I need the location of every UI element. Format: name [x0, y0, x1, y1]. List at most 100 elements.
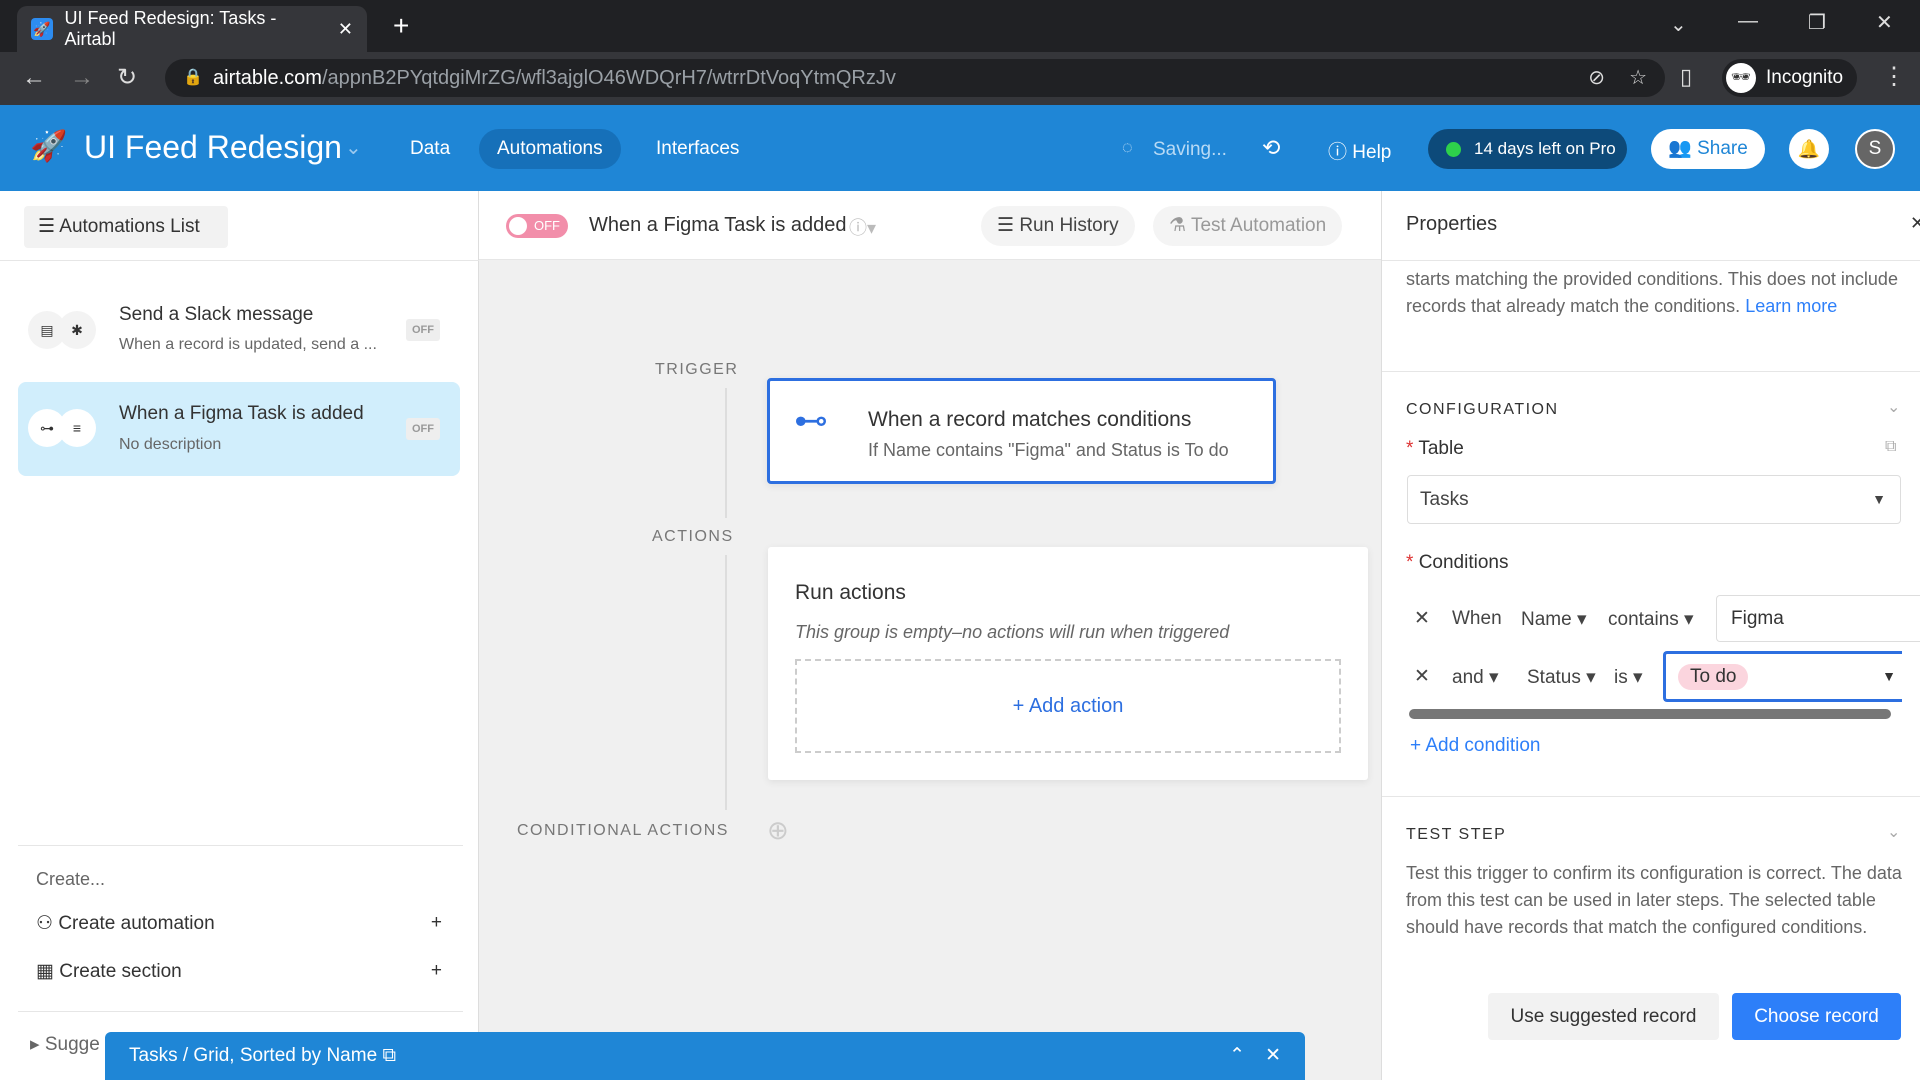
incognito-profile[interactable]: 🕶 Incognito — [1722, 59, 1858, 97]
conditional-actions-label: CONDITIONAL ACTIONS — [517, 822, 729, 839]
automations-list-button[interactable]: ☰ Automations List — [24, 206, 228, 248]
horizontal-scrollbar[interactable] — [1409, 709, 1891, 719]
incognito-icon: 🕶 — [1726, 63, 1756, 93]
url-input[interactable]: 🔒 airtable.com/appnB2PYqtdgiMrZG/wfl3ajg… — [165, 59, 1665, 97]
record-list-bar[interactable]: Tasks / Grid, Sorted by Name ⧉ ⌃ ✕ — [105, 1032, 1305, 1080]
plus-icon: + — [430, 960, 442, 981]
side-panel-icon[interactable]: ▯ — [1680, 64, 1692, 90]
status-dot-icon — [1446, 142, 1461, 157]
learn-more-link[interactable]: Learn more — [1745, 296, 1837, 316]
share-button[interactable]: 👥 Share — [1651, 129, 1765, 169]
plus-icon: + — [430, 912, 442, 933]
rocket-icon: 🚀 — [30, 130, 68, 163]
condition-value-input[interactable]: Figma — [1716, 595, 1920, 642]
nav-data[interactable]: Data — [392, 129, 468, 169]
trigger-description-text: starts matching the provided conditions.… — [1406, 269, 1898, 316]
saving-spinner-icon: ◌ — [1122, 137, 1133, 157]
use-suggested-record-button[interactable]: Use suggested record — [1488, 993, 1719, 1040]
saving-status: Saving... — [1153, 139, 1227, 160]
suggestions-toggle[interactable]: ▸ Sugge — [30, 1033, 100, 1056]
eye-off-icon[interactable]: ⊘ — [1588, 59, 1605, 97]
trial-badge[interactable]: 14 days left on Pro — [1428, 129, 1627, 169]
add-conditional-icon[interactable]: ⊕ — [767, 815, 789, 846]
close-bar-icon[interactable]: ✕ — [1265, 1032, 1281, 1080]
trigger-label: TRIGGER — [655, 361, 739, 378]
history-icon[interactable]: ⟲ — [1262, 135, 1280, 161]
info-dropdown-icon[interactable]: ⓘ▾ — [849, 214, 876, 240]
automation-toggle[interactable]: OFF — [506, 214, 568, 238]
close-tab-icon[interactable]: ✕ — [338, 19, 353, 40]
expand-up-icon[interactable]: ⌃ — [1229, 1032, 1245, 1080]
reload-icon[interactable]: ↻ — [117, 63, 137, 92]
test-automation-button[interactable]: ⚗ Test Automation — [1153, 206, 1343, 246]
conditions-label: Conditions — [1418, 552, 1509, 573]
nav-automations[interactable]: Automations — [479, 129, 621, 169]
table-label: Table — [1418, 438, 1464, 459]
remove-condition-icon[interactable]: ✕ — [1414, 665, 1430, 688]
external-link-icon[interactable]: ⧉ — [382, 1045, 396, 1066]
automation-list-item[interactable]: ▤ ✱ Send a Slack message When a record i… — [18, 294, 460, 367]
automation-toolbar: OFF When a Figma Task is added ⓘ▾ ☰ Run … — [479, 191, 1381, 260]
caret-down-icon: ▼ — [1882, 668, 1896, 684]
field-dropdown[interactable]: Status ▾ — [1527, 666, 1596, 689]
minimize-icon[interactable]: — — [1738, 10, 1758, 33]
conditions-tree-icon: ⊷ — [794, 402, 828, 440]
menu-icon: ☰ — [38, 216, 56, 237]
forward-icon[interactable]: → — [70, 64, 94, 92]
expand-icon[interactable]: ⧉ — [1885, 438, 1896, 456]
close-panel-icon[interactable]: ✕ — [1910, 213, 1920, 234]
flask-icon: ⚗ — [1169, 215, 1187, 236]
collapse-chevron-icon[interactable]: ⌄ — [1887, 822, 1900, 842]
choose-record-button[interactable]: Choose record — [1732, 993, 1901, 1040]
tab-search-icon[interactable]: ⌄ — [1670, 12, 1687, 37]
list-icon: ≡ — [58, 409, 96, 447]
remove-condition-icon[interactable]: ✕ — [1414, 607, 1430, 630]
add-condition-button[interactable]: + Add condition — [1410, 735, 1540, 757]
close-window-icon[interactable]: ✕ — [1876, 10, 1893, 35]
run-actions-card: Run actions This group is empty–no actio… — [768, 547, 1368, 780]
properties-panel: Properties ✕ starts matching the provide… — [1381, 191, 1920, 1080]
field-dropdown[interactable]: Name ▾ — [1521, 608, 1587, 631]
notifications-bell-icon[interactable]: 🔔 — [1789, 129, 1829, 169]
browser-tab-bar: 🚀 UI Feed Redesign: Tasks - Airtabl ✕ + … — [0, 0, 1920, 52]
condition-conjunction: When — [1452, 608, 1502, 629]
actions-label: ACTIONS — [652, 528, 734, 545]
nav-interfaces[interactable]: Interfaces — [638, 129, 757, 169]
automation-name[interactable]: When a Figma Task is added — [589, 214, 847, 237]
grid-icon: ▦ — [36, 961, 54, 982]
create-automation-button[interactable]: ⚇ Create automation + — [36, 912, 442, 935]
empty-group-text: This group is empty–no actions will run … — [795, 622, 1230, 642]
table-select[interactable]: Tasks ▼ — [1407, 475, 1901, 524]
chevron-down-icon[interactable]: ⌄ — [345, 135, 362, 160]
collapse-chevron-icon[interactable]: ⌄ — [1887, 397, 1900, 417]
browser-tab[interactable]: 🚀 UI Feed Redesign: Tasks - Airtabl ✕ — [17, 6, 367, 52]
new-tab-icon[interactable]: + — [393, 10, 409, 42]
profile-label: Incognito — [1766, 67, 1844, 88]
run-actions-title: Run actions — [795, 581, 906, 604]
app-header: 🚀 UI Feed Redesign ⌄ Data Automations In… — [0, 105, 1920, 191]
caret-down-icon: ▼ — [1872, 491, 1886, 507]
lock-icon: 🔒 — [183, 69, 203, 86]
conjunction-dropdown[interactable]: and ▾ — [1452, 666, 1499, 689]
automation-list-item-selected[interactable]: ⊶ ≡ When a Figma Task is added No descri… — [18, 382, 460, 476]
browser-menu-icon[interactable]: ⋮ — [1882, 62, 1906, 91]
add-action-button[interactable]: + Add action — [795, 659, 1341, 753]
star-icon[interactable]: ☆ — [1629, 59, 1647, 97]
operator-dropdown[interactable]: is ▾ — [1614, 666, 1643, 689]
base-name[interactable]: UI Feed Redesign — [84, 129, 342, 166]
trigger-card[interactable]: ⊷ When a record matches conditions If Na… — [767, 378, 1276, 484]
create-section-button[interactable]: ▦ Create section + — [36, 960, 442, 983]
restore-icon[interactable]: ❐ — [1808, 10, 1826, 35]
back-icon[interactable]: ← — [22, 64, 46, 92]
list-icon: ☰ — [997, 215, 1015, 236]
help-button[interactable]: ⓘ Help — [1328, 137, 1391, 164]
automations-sidebar: ☰ Automations List ▤ ✱ Send a Slack mess… — [0, 191, 479, 1080]
slack-icon: ✱ — [58, 311, 96, 349]
trigger-description: If Name contains "Figma" and Status is T… — [868, 440, 1229, 460]
status-select[interactable]: To do ▼ — [1663, 651, 1902, 702]
avatar[interactable]: S — [1855, 129, 1895, 169]
status-badge: OFF — [406, 418, 440, 440]
run-history-button[interactable]: ☰ Run History — [981, 206, 1135, 246]
operator-dropdown[interactable]: contains ▾ — [1608, 608, 1694, 631]
configuration-heading: CONFIGURATION — [1406, 401, 1559, 418]
